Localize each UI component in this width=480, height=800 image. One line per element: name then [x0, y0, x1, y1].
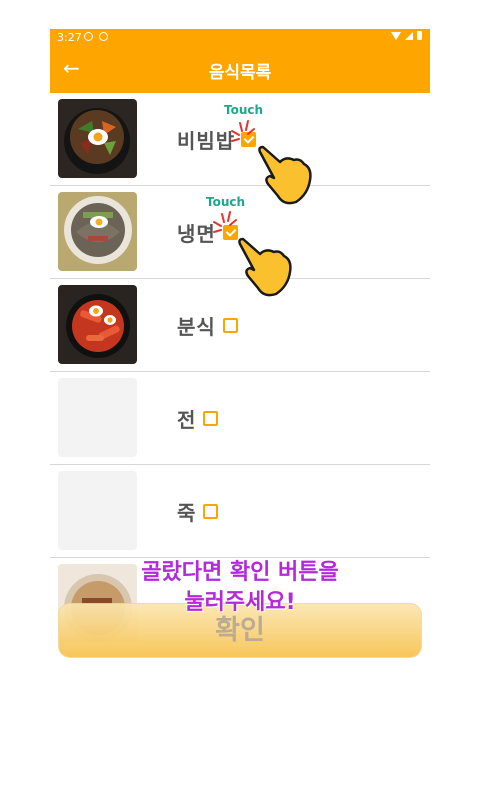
food-thumbnail-placeholder: [58, 378, 137, 457]
touch-hint-label: Touch: [206, 195, 246, 209]
food-name: 분식: [177, 315, 216, 339]
food-thumbnail: [58, 285, 137, 364]
touch-hint-label: Touch: [224, 103, 264, 117]
food-checkbox[interactable]: [223, 318, 238, 333]
food-checkbox[interactable]: [203, 411, 218, 426]
wifi-icon: [391, 31, 401, 40]
food-thumbnail: [58, 99, 137, 178]
food-thumbnail: [58, 192, 137, 271]
app-bar: ← 음식목록: [50, 47, 430, 93]
food-thumbnail-placeholder: [58, 471, 137, 550]
pointing-hand-icon: [238, 237, 292, 297]
signal-icon: [405, 31, 413, 40]
settings-icon: [84, 32, 93, 41]
list-item[interactable]: 죽: [50, 465, 430, 558]
food-checkbox[interactable]: [203, 504, 218, 519]
pointing-hand-icon: [258, 145, 312, 205]
food-name: 전: [177, 408, 197, 432]
instruction-line-2: 눌러주세요!: [184, 590, 296, 615]
page-title: 음식목록: [208, 63, 272, 83]
instruction-text: 골랐다면 확인 버튼을 눌러주세요!: [50, 558, 430, 618]
food-name: 죽: [177, 501, 197, 525]
status-time: 3:27: [57, 31, 82, 44]
sync-icon: [99, 32, 108, 41]
battery-icon: [417, 31, 422, 40]
status-bar: 3:27: [50, 29, 430, 47]
instruction-line-1: 골랐다면 확인 버튼을: [141, 560, 339, 585]
list-item[interactable]: 전: [50, 372, 430, 465]
